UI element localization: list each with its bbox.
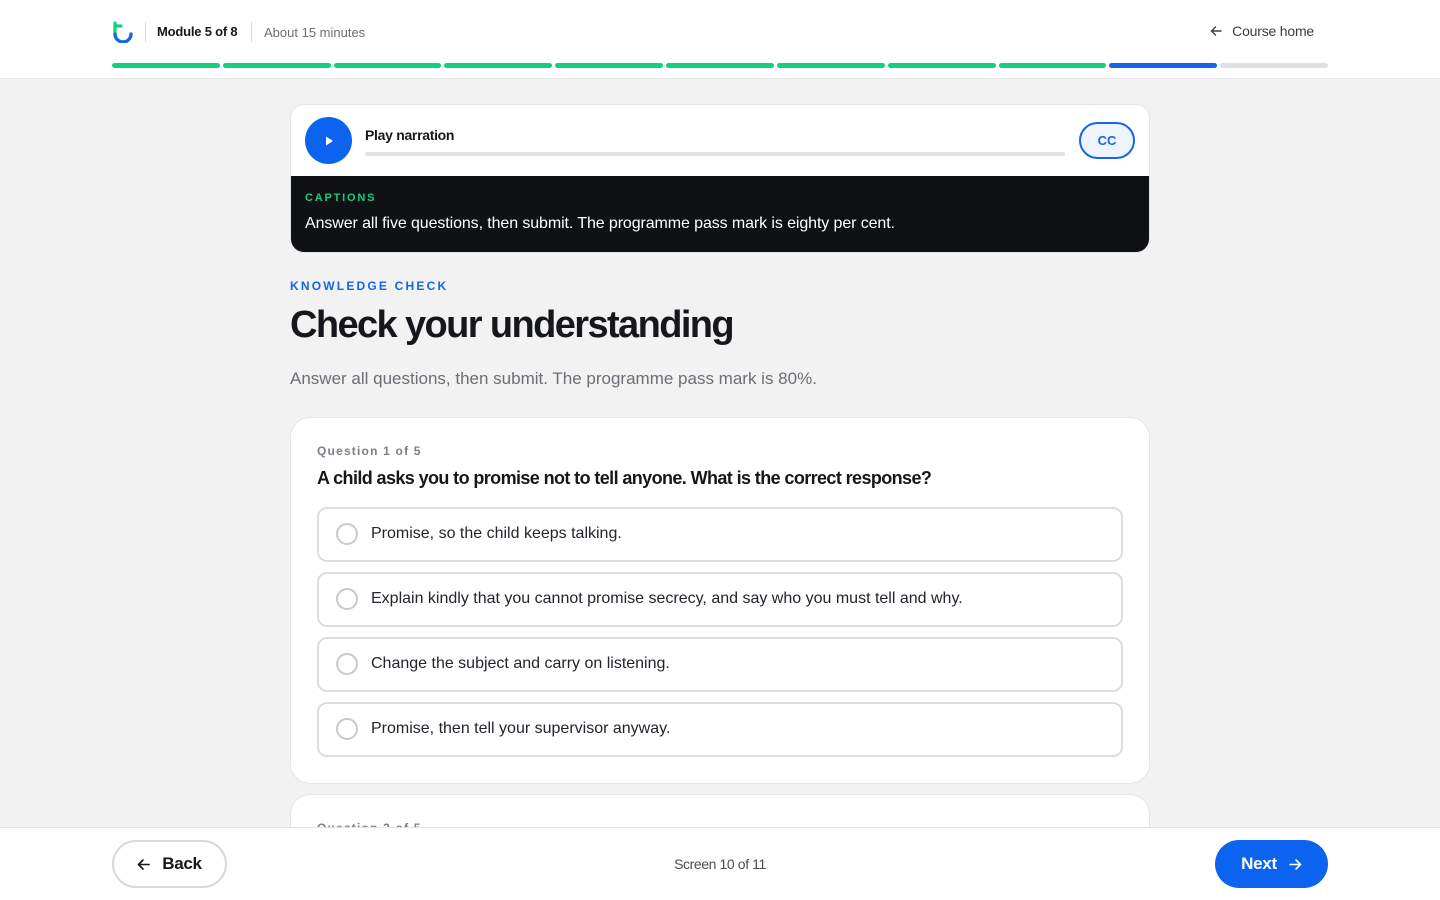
answer-option-label: Promise, then tell your supervisor anywa… [371,720,671,738]
radio-button-icon[interactable] [336,588,358,611]
page-title: Check your understanding [290,304,735,346]
captions-text: Answer all five questions, then submit. … [305,215,895,232]
play-narration-label: Play narration [365,127,455,143]
answer-option-label: Change the subject and carry on listenin… [371,655,670,673]
top-bar: Module 5 of 8 About 15 minutes Course ho… [0,0,1440,79]
module-label: Module 5 of 8 [157,24,238,39]
bottom-navigation: Back Screen 10 of 11 Next [0,827,1440,900]
header-divider [145,22,146,42]
answer-option-label: Promise, so the child keeps talking. [371,525,622,543]
narration-progress-track[interactable] [365,152,1065,156]
progress-segment [444,63,553,68]
page-subtitle: Answer all questions, then submit. The p… [290,368,817,388]
section-eyebrow: KNOWLEDGE CHECK [290,279,449,293]
answer-options: Promise, so the child keeps talking. Exp… [317,506,1123,757]
narration-player: Play narration CC CAPTIONS Answer all fi… [290,104,1150,253]
progress-segment [998,63,1107,68]
duration-label: About 15 minutes [264,25,366,40]
play-icon [325,136,333,145]
progress-segment [666,63,774,68]
arrow-left-icon [1210,26,1222,36]
next-button[interactable]: Next [1215,840,1328,888]
radio-button-icon[interactable] [336,718,358,741]
module-progress-bar [112,63,1328,68]
progress-segment [887,63,996,68]
answer-option[interactable]: Promise, then tell your supervisor anywa… [317,701,1123,757]
arrow-right-icon [1289,858,1302,870]
answer-option[interactable]: Change the subject and carry on listenin… [317,636,1123,692]
radio-button-icon[interactable] [336,523,358,546]
app-logo-icon [113,21,133,43]
play-narration-button[interactable] [305,117,352,164]
radio-button-icon[interactable] [336,653,358,676]
progress-segment [1109,63,1218,68]
question-text: A child asks you to promise not to tell … [317,467,932,488]
answer-option[interactable]: Promise, so the child keeps talking. [317,506,1123,562]
captions-toggle-button[interactable]: CC [1079,122,1135,159]
answer-option[interactable]: Explain kindly that you cannot promise s… [317,571,1123,627]
question-card: Question 1 of 5 A child asks you to prom… [290,416,1150,784]
question-count: Question 1 of 5 [317,443,422,458]
progress-segment [1220,63,1328,68]
progress-segment [112,63,220,68]
answer-option-label: Explain kindly that you cannot promise s… [371,590,963,608]
header-divider [251,22,252,42]
progress-segment [222,63,331,68]
course-home-link[interactable]: Course home [1210,23,1314,39]
progress-segment [776,63,885,68]
progress-segment [555,63,664,68]
progress-segment [333,63,442,68]
course-home-label: Course home [1232,23,1314,39]
next-button-label: Next [1241,854,1277,873]
captions-heading: CAPTIONS [305,192,377,204]
captions-panel: CAPTIONS Answer all five questions, then… [291,176,1149,252]
main-content: Play narration CC CAPTIONS Answer all fi… [290,104,1150,854]
